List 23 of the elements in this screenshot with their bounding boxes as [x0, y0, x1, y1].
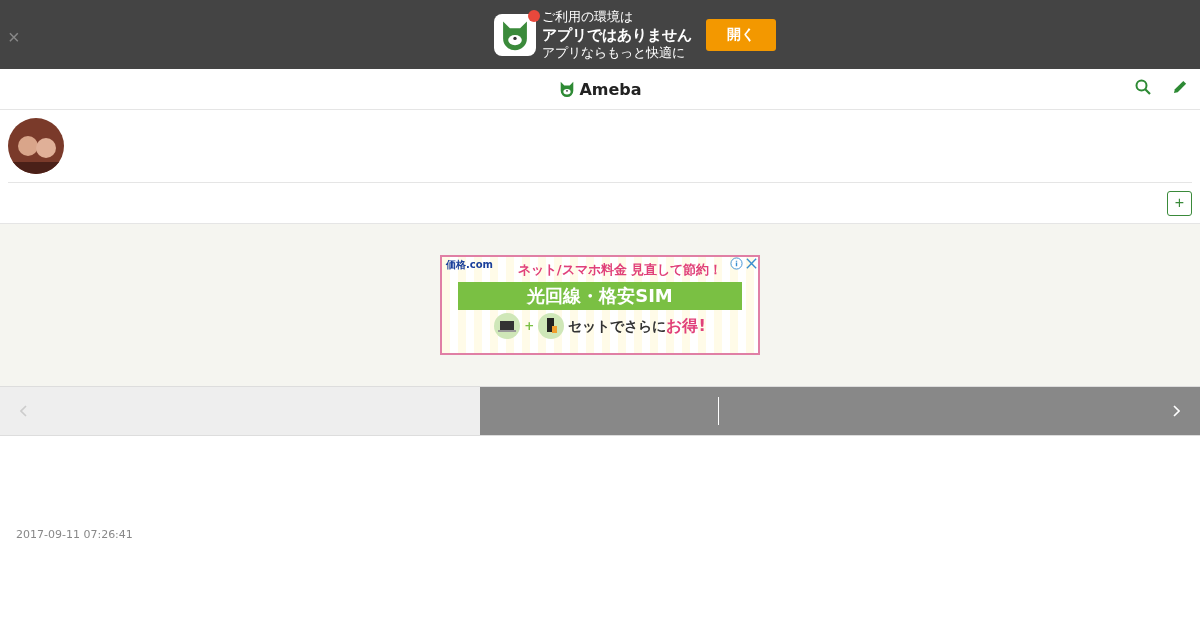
avatar [8, 118, 64, 174]
banner-text: アプリではありません [542, 25, 692, 44]
search-icon[interactable] [1135, 79, 1151, 95]
info-icon[interactable] [730, 257, 743, 270]
close-button[interactable]: × [4, 26, 24, 49]
ad-plus: + [524, 319, 535, 333]
entry-date: 2017-09-11 07:26:41 [16, 528, 134, 541]
logo-text[interactable]: Ameba [579, 79, 642, 99]
phone-icon [538, 313, 565, 339]
pencil-icon[interactable] [1173, 79, 1188, 94]
laptop-icon [494, 313, 521, 339]
ad-ribbon: 光回線・格安SIM [458, 282, 742, 310]
add-button[interactable]: + [1167, 190, 1192, 216]
chevron-left-icon [20, 405, 28, 417]
close-icon[interactable] [745, 257, 758, 270]
open-button[interactable]: 開く [706, 18, 776, 51]
ad-brand: 価格.com [446, 258, 494, 272]
ad-tagline: セットでさらにお得! [568, 315, 706, 337]
banner-text: ご利用の環境は [542, 7, 634, 26]
chevron-right-icon [1172, 405, 1180, 417]
ad-banner[interactable]: 価格.com ネット/スマホ料金 見直して節約！ 光回線・格安SIM + セットでさらにお得! [440, 255, 760, 355]
ad-headline: ネット/スマホ料金 見直して節約！ [517, 261, 723, 279]
banner-text: アプリならもっと快適に [542, 43, 686, 62]
